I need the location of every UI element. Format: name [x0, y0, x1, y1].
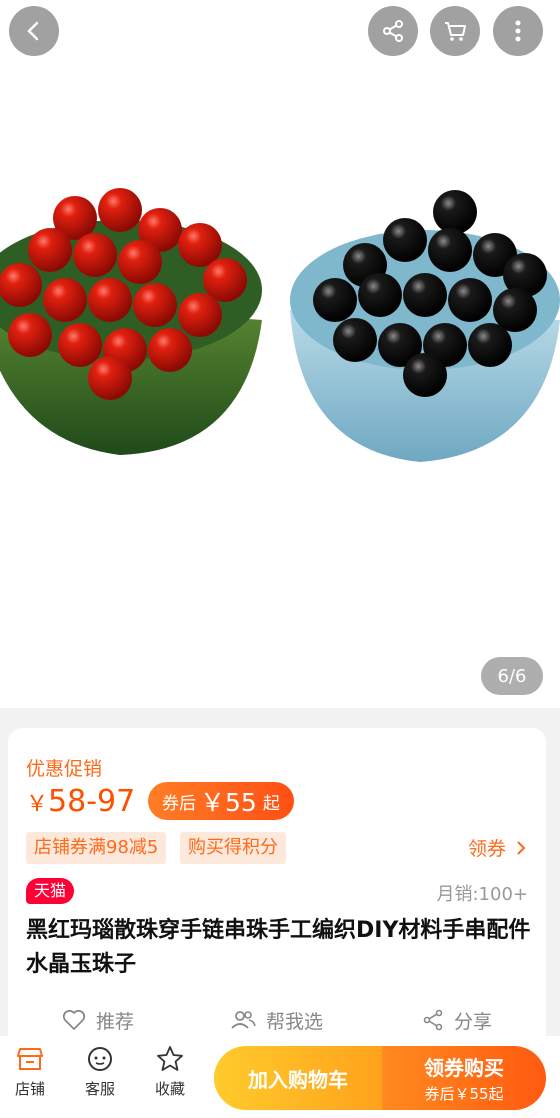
- chevron-left-icon: [27, 21, 39, 41]
- share-icon: [423, 1009, 443, 1031]
- more-vertical-icon: [515, 20, 521, 42]
- image-counter: 6/6: [481, 657, 543, 695]
- cart-button[interactable]: [430, 6, 480, 56]
- monthly-sales: 月销:100+: [436, 884, 528, 905]
- store-coupon-tag: 店铺券满98减5: [26, 832, 167, 864]
- product-info-card: 优惠促销 ￥58-97 券后 ￥55 起 店铺券满98减5 购买得积分 领券 天…: [8, 728, 546, 1048]
- coupon-buy-button[interactable]: 领券购买 券后￥55起: [382, 1046, 546, 1110]
- coupon-prefix: 券后: [162, 793, 196, 814]
- service-label: 客服: [84, 1080, 115, 1098]
- coupon-price: ￥55: [200, 788, 257, 817]
- price-value: 58-97: [48, 784, 136, 819]
- store-icon: [17, 1048, 43, 1070]
- share-button[interactable]: [368, 6, 418, 56]
- points-tag: 购买得积分: [180, 832, 286, 864]
- add-to-cart-button[interactable]: 加入购物车: [214, 1046, 382, 1110]
- coupon-suffix: 起: [262, 793, 280, 814]
- cart-icon: [445, 22, 466, 41]
- tmall-badge: 天猫: [26, 878, 75, 904]
- promo-label: 优惠促销: [26, 758, 103, 780]
- currency-symbol: ￥: [26, 792, 49, 817]
- get-coupon-label: 领券: [467, 838, 506, 860]
- action-row: 推荐 帮我选 分享: [8, 1000, 546, 1040]
- help-choose-label: 帮我选: [266, 1010, 324, 1033]
- share-icon: [383, 20, 403, 42]
- chat-bubble-icon: [88, 1047, 112, 1071]
- heart-icon: [62, 1009, 86, 1030]
- price-range: ￥58-97: [26, 782, 135, 825]
- help-choose-button[interactable]: 帮我选: [230, 1000, 323, 1040]
- bottom-action-bar: 店铺 客服 收藏 加入购物车 领券购买 券后￥55起: [0, 1036, 560, 1118]
- star-icon: [157, 1046, 183, 1071]
- back-button[interactable]: [9, 6, 59, 56]
- store-label: 店铺: [14, 1080, 45, 1098]
- share-action-button[interactable]: 分享: [422, 1000, 492, 1040]
- more-button[interactable]: [493, 6, 543, 56]
- chevron-right-icon: [517, 840, 526, 855]
- recommend-label: 推荐: [96, 1010, 135, 1033]
- favorite-tab[interactable]: 收藏: [140, 1044, 200, 1099]
- coupon-price-badge: 券后 ￥55 起: [148, 782, 294, 820]
- get-coupon-link[interactable]: 领券: [468, 834, 530, 861]
- share-label: 分享: [454, 1010, 493, 1033]
- people-icon: [231, 1011, 256, 1029]
- product-image-gallery[interactable]: 6/6: [0, 0, 560, 708]
- service-tab[interactable]: 客服: [70, 1044, 130, 1099]
- product-image: [0, 188, 560, 462]
- product-title: 黑红玛瑙散珠穿手链串珠手工编织DIY材料手串配件水晶玉珠子: [26, 918, 531, 977]
- product-detail-page: 6/6 优惠促销 ￥58-97 券后 ￥55 起 店铺券满98减5 购买得积分 …: [0, 0, 560, 1118]
- recommend-button[interactable]: 推荐: [62, 1000, 134, 1040]
- store-tab[interactable]: 店铺: [0, 1044, 60, 1099]
- buy-main-label: 领券购买: [424, 1056, 504, 1080]
- favorite-label: 收藏: [154, 1080, 185, 1098]
- buy-sub-label: 券后￥55起: [424, 1085, 504, 1103]
